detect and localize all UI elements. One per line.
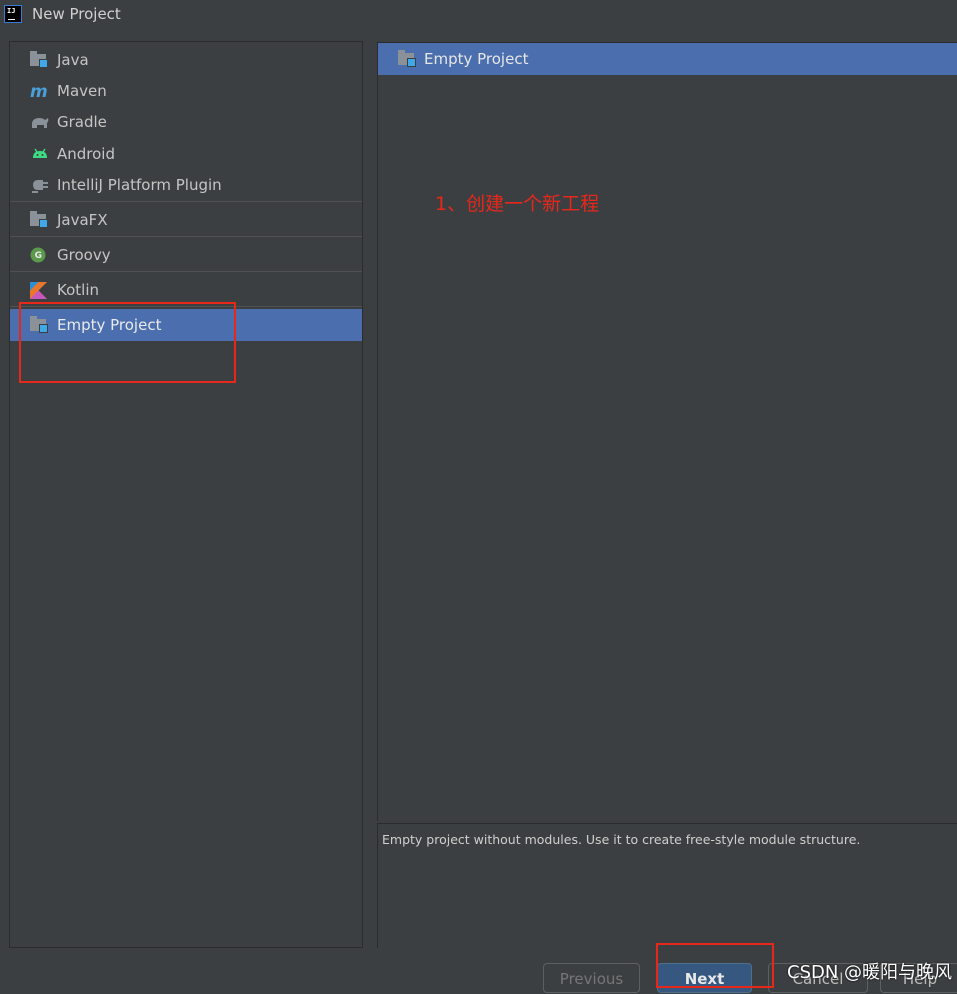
project-type-gradle[interactable]: Gradle bbox=[10, 106, 362, 138]
annotation-highlight-box bbox=[656, 943, 774, 988]
javafx-folder-icon bbox=[30, 211, 48, 228]
project-type-label: Gradle bbox=[57, 113, 107, 131]
maven-icon: m bbox=[30, 82, 48, 102]
description-text: Empty project without modules. Use it to… bbox=[382, 832, 861, 847]
project-type-intellij-plugin[interactable]: IntelliJ Platform Plugin bbox=[10, 169, 362, 201]
window-title: New Project bbox=[32, 5, 121, 23]
empty-project-folder-icon bbox=[398, 50, 416, 67]
project-type-maven[interactable]: m Maven bbox=[10, 75, 362, 107]
project-type-label: Android bbox=[57, 145, 115, 163]
description-panel: Empty project without modules. Use it to… bbox=[377, 823, 957, 948]
gradle-icon bbox=[30, 114, 49, 130]
list-divider bbox=[10, 201, 362, 202]
project-type-javafx[interactable]: JavaFX bbox=[10, 204, 362, 236]
svg-text:G: G bbox=[35, 251, 42, 261]
annotation-text: 1、创建一个新工程 bbox=[435, 193, 600, 215]
project-type-android[interactable]: Android bbox=[10, 138, 362, 170]
project-type-label: Kotlin bbox=[57, 281, 99, 299]
template-list: Empty Project bbox=[377, 42, 957, 821]
project-type-label: IntelliJ Platform Plugin bbox=[57, 176, 222, 194]
groovy-icon: G bbox=[30, 247, 48, 263]
annotation-highlight-box bbox=[19, 302, 236, 383]
list-divider bbox=[10, 236, 362, 237]
template-item-empty-project[interactable]: Empty Project bbox=[378, 43, 957, 75]
project-type-label: Groovy bbox=[57, 246, 111, 264]
project-type-groovy[interactable]: G Groovy bbox=[10, 239, 362, 271]
project-type-list: Java m Maven Gradle Android IntelliJ Pla… bbox=[9, 41, 363, 948]
svg-text:m: m bbox=[30, 83, 48, 99]
project-type-label: JavaFX bbox=[57, 211, 108, 229]
template-item-label: Empty Project bbox=[424, 50, 529, 68]
watermark: CSDN @暖阳与晚风 bbox=[787, 962, 953, 983]
plugin-icon bbox=[30, 177, 48, 193]
title-bar: IJ New Project bbox=[0, 0, 957, 30]
list-divider bbox=[10, 271, 362, 272]
java-folder-icon bbox=[30, 51, 48, 68]
intellij-app-icon: IJ bbox=[4, 5, 22, 23]
project-type-label: Maven bbox=[57, 82, 107, 100]
android-icon bbox=[30, 146, 48, 162]
project-type-java[interactable]: Java bbox=[10, 44, 362, 76]
previous-button[interactable]: Previous bbox=[543, 963, 640, 993]
project-type-label: Java bbox=[57, 51, 89, 69]
kotlin-icon bbox=[30, 282, 48, 299]
